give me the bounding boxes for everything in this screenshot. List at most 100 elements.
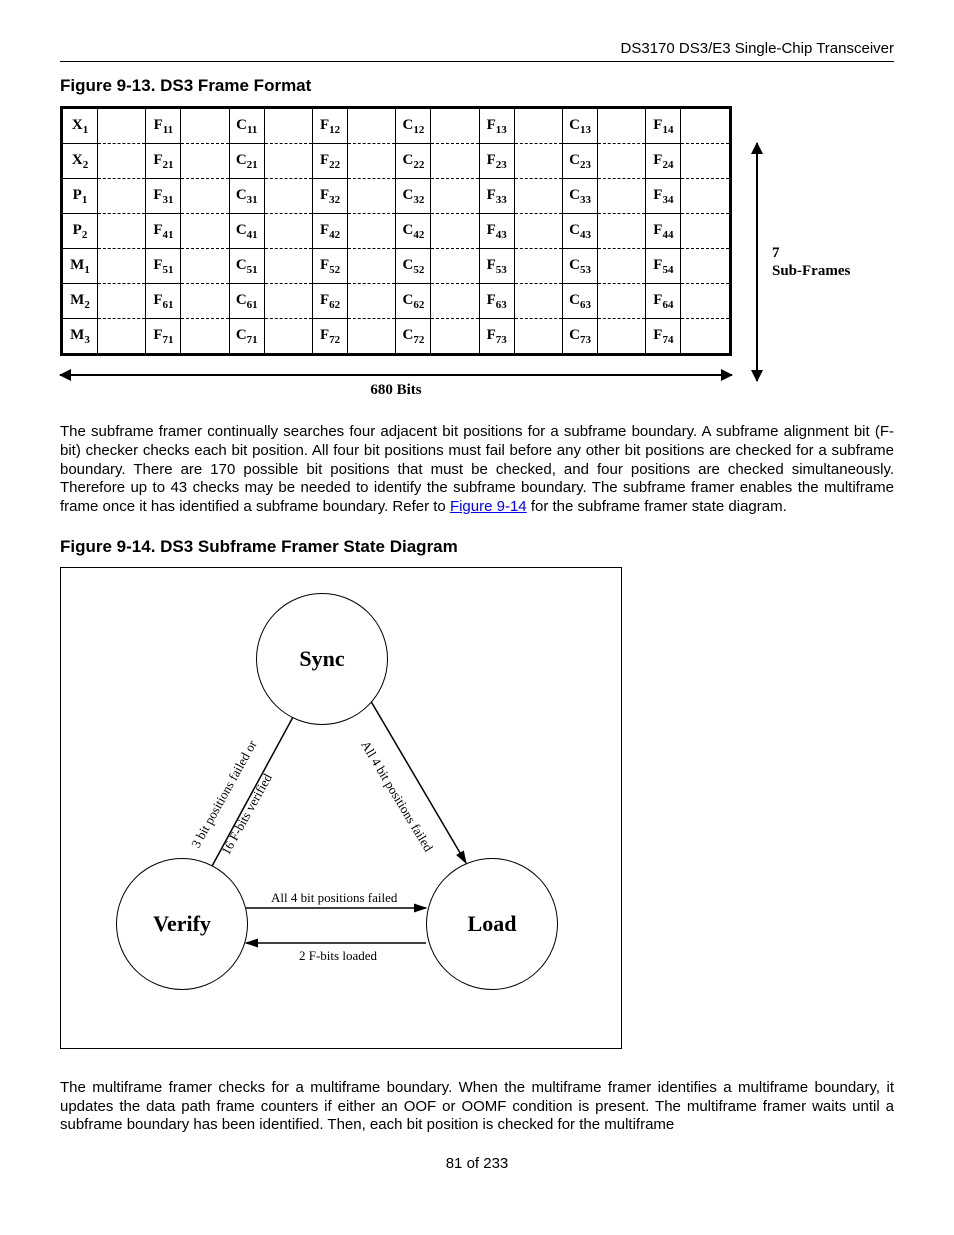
edge-verify-to-load: All 4 bit positions failed [271,890,397,906]
overhead-bit: F12 [313,108,348,144]
overhead-bit: F24 [646,144,681,179]
overhead-bit: C51 [229,249,264,284]
paragraph-2: The multiframe framer checks for a multi… [60,1079,894,1135]
data-gap [681,284,731,319]
overhead-bit: F22 [313,144,348,179]
overhead-bit: F11 [146,108,181,144]
data-gap [348,214,396,249]
data-gap [598,249,646,284]
data-gap [598,319,646,355]
overhead-bit: C72 [396,319,431,355]
overhead-bit: F34 [646,179,681,214]
row-head: P1 [62,179,98,214]
overhead-bit: C13 [563,108,598,144]
row-head: X2 [62,144,98,179]
data-gap [514,144,562,179]
data-gap [348,319,396,355]
data-gap [98,284,146,319]
data-gap [264,284,312,319]
edge-sync-to-load: All 4 bit positions failed [357,738,436,855]
overhead-bit: C41 [229,214,264,249]
state-verify: Verify [116,858,248,990]
edge-load-to-verify: 2 F-bits loaded [299,948,377,964]
data-gap [514,284,562,319]
overhead-bit: C11 [229,108,264,144]
doc-header: DS3170 DS3/E3 Single-Chip Transceiver [60,40,894,57]
overhead-bit: F13 [479,108,514,144]
data-gap [98,249,146,284]
data-gap [514,214,562,249]
overhead-bit: F42 [313,214,348,249]
state-sync: Sync [256,593,388,725]
overhead-bit: F63 [479,284,514,319]
data-gap [181,108,229,144]
overhead-bit: C53 [563,249,598,284]
data-gap [181,179,229,214]
data-gap [514,179,562,214]
overhead-bit: C31 [229,179,264,214]
data-gap [681,214,731,249]
overhead-bit: C73 [563,319,598,355]
data-gap [348,144,396,179]
paragraph-1-b: for the subframe framer state diagram. [527,498,787,515]
horizontal-dimension-arrow [60,374,732,376]
row-head: M2 [62,284,98,319]
overhead-bit: C42 [396,214,431,249]
data-gap [181,214,229,249]
frame-table: X1F11C11F12C12F13C13F14X2F21C21F22C22F23… [60,106,732,356]
data-gap [264,214,312,249]
data-gap [264,179,312,214]
overhead-bit: F44 [646,214,681,249]
data-gap [431,179,479,214]
data-gap [431,108,479,144]
data-gap [98,319,146,355]
overhead-bit: C52 [396,249,431,284]
ds3-frame-format: X1F11C11F12C12F13C13F14X2F21C21F22C22F23… [60,106,894,417]
overhead-bit: F62 [313,284,348,319]
data-gap [431,214,479,249]
overhead-bit: F23 [479,144,514,179]
overhead-bit: F43 [479,214,514,249]
vertical-dimension-arrow [756,143,758,381]
overhead-bit: F31 [146,179,181,214]
data-gap [181,284,229,319]
data-gap [348,179,396,214]
data-gap [431,144,479,179]
overhead-bit: C63 [563,284,598,319]
overhead-bit: F72 [313,319,348,355]
paragraph-1: The subframe framer continually searches… [60,423,894,517]
data-gap [598,179,646,214]
overhead-bit: C62 [396,284,431,319]
figure-9-13-title: Figure 9-13. DS3 Frame Format [60,76,894,96]
overhead-bit: F73 [479,319,514,355]
overhead-bit: C61 [229,284,264,319]
data-gap [681,319,731,355]
data-gap [681,144,731,179]
vertical-dimension: 7Sub-Frames [756,106,850,417]
data-gap [264,144,312,179]
row-head: P2 [62,214,98,249]
overhead-bit: F64 [646,284,681,319]
data-gap [681,108,731,144]
data-gap [348,249,396,284]
data-gap [98,214,146,249]
overhead-bit: F14 [646,108,681,144]
overhead-bit: C21 [229,144,264,179]
figure-9-14-title: Figure 9-14. DS3 Subframe Framer State D… [60,537,894,557]
data-gap [431,284,479,319]
data-gap [431,249,479,284]
data-gap [264,249,312,284]
figure-9-14-link[interactable]: Figure 9-14 [450,498,527,515]
data-gap [181,144,229,179]
overhead-bit: F74 [646,319,681,355]
data-gap [181,319,229,355]
overhead-bit: C23 [563,144,598,179]
overhead-bit: F51 [146,249,181,284]
horizontal-dimension-label: 680 Bits [60,382,732,399]
data-gap [348,284,396,319]
overhead-bit: C22 [396,144,431,179]
data-gap [98,108,146,144]
overhead-bit: F71 [146,319,181,355]
data-gap [681,179,731,214]
data-gap [514,108,562,144]
